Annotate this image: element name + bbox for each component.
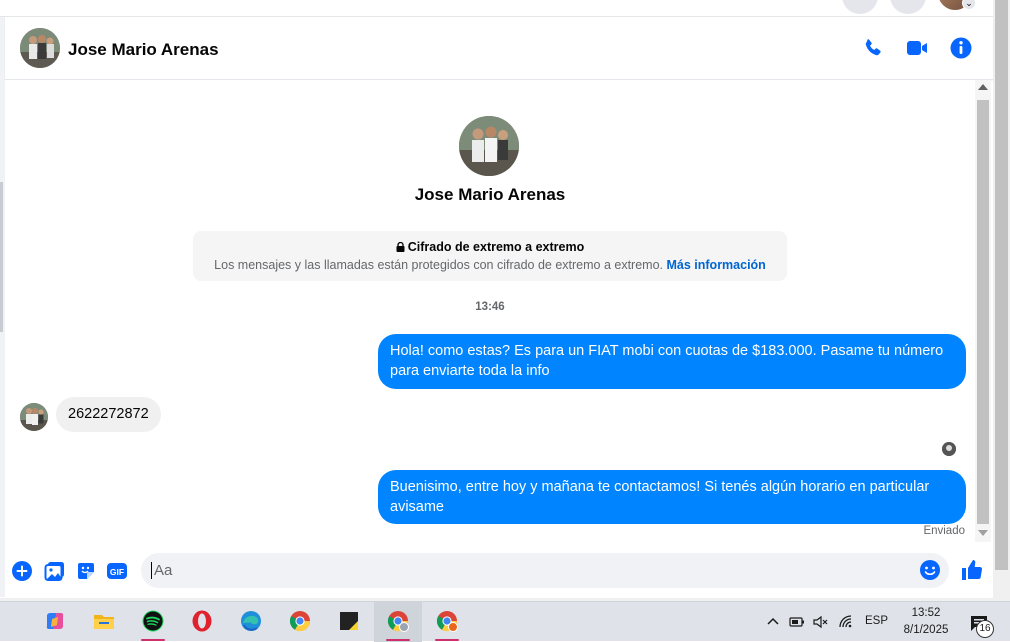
chrome-profile-icon[interactable] xyxy=(374,602,422,642)
seen-indicator-avatar xyxy=(942,442,956,456)
scrollbar-thumb[interactable] xyxy=(977,100,989,524)
file-explorer-icon[interactable] xyxy=(84,602,124,642)
battery-icon[interactable] xyxy=(789,614,805,630)
gif-icon[interactable]: GIF xyxy=(106,560,128,582)
message-input-wrapper xyxy=(141,553,949,588)
message-input[interactable] xyxy=(151,562,911,579)
top-notifications-button[interactable] xyxy=(890,0,926,14)
top-menu-button[interactable] xyxy=(842,0,878,14)
message-list[interactable]: Jose Mario Arenas Cifrado de extremo a e… xyxy=(5,80,975,542)
volume-muted-icon[interactable] xyxy=(812,614,828,630)
notification-count-badge: 16 xyxy=(976,620,994,638)
emoji-icon[interactable] xyxy=(919,559,941,581)
photo-gallery-icon[interactable] xyxy=(44,560,66,582)
message-composer: GIF xyxy=(5,542,993,598)
scroll-down-arrow-icon[interactable] xyxy=(978,530,988,536)
copilot-icon[interactable] xyxy=(35,602,75,642)
incoming-message[interactable]: 2622272872 xyxy=(56,397,161,432)
sticky-notes-icon[interactable] xyxy=(329,602,369,642)
message-timestamp: 13:46 xyxy=(475,301,505,313)
svg-text:GIF: GIF xyxy=(110,567,124,577)
profile-name: Jose Mario Arenas xyxy=(414,185,566,204)
scroll-up-arrow-icon[interactable] xyxy=(978,84,988,90)
like-thumbs-up-icon[interactable] xyxy=(960,558,984,582)
opera-icon[interactable] xyxy=(182,602,222,642)
profile-avatar[interactable] xyxy=(459,116,519,176)
clock-date: 8/1/2025 xyxy=(903,624,949,636)
edge-icon[interactable] xyxy=(231,602,271,642)
info-icon[interactable] xyxy=(949,36,973,60)
encryption-title: Cifrado de extremo a extremo xyxy=(407,240,585,254)
more-info-link[interactable]: Más información xyxy=(667,258,766,272)
spotify-icon[interactable] xyxy=(133,602,173,642)
outgoing-message[interactable]: Hola! como estas? Es para un FIAT mobi c… xyxy=(378,334,966,389)
task-view-icon[interactable] xyxy=(0,602,12,642)
contact-name[interactable]: Jose Mario Arenas xyxy=(68,40,219,60)
contact-avatar[interactable] xyxy=(20,28,60,68)
clock-time: 13:52 xyxy=(911,607,941,619)
top-strip: ⌄ xyxy=(0,0,1010,17)
page-scrollbar[interactable] xyxy=(993,0,1010,598)
chrome-icon[interactable] xyxy=(280,602,320,642)
clock[interactable]: 13:52 8/1/2025 xyxy=(898,605,954,639)
video-call-icon[interactable] xyxy=(905,36,929,60)
windows-taskbar: ESP 13:52 8/1/2025 16 xyxy=(0,601,1010,642)
encryption-notice: Cifrado de extremo a extremo Los mensaje… xyxy=(193,231,787,281)
chevron-down-icon[interactable]: ⌄ xyxy=(962,0,976,10)
message-status: Enviado xyxy=(923,525,965,537)
encryption-text: Los mensajes y las llamadas están proteg… xyxy=(214,258,664,272)
chevron-up-icon[interactable] xyxy=(765,614,781,630)
chat-header: Jose Mario Arenas xyxy=(5,17,993,80)
language-indicator[interactable]: ESP xyxy=(865,615,888,627)
wifi-icon[interactable] xyxy=(838,614,854,630)
plus-icon[interactable] xyxy=(11,560,33,582)
messages-scrollbar[interactable] xyxy=(975,80,991,542)
sticker-icon[interactable] xyxy=(75,560,97,582)
chrome-profile-2-icon[interactable] xyxy=(427,602,467,642)
lock-icon xyxy=(396,241,405,252)
outgoing-message[interactable]: Buenisimo, entre hoy y mañana te contact… xyxy=(378,470,966,524)
contact-avatar-small[interactable] xyxy=(20,403,48,431)
phone-call-icon[interactable] xyxy=(861,36,885,60)
